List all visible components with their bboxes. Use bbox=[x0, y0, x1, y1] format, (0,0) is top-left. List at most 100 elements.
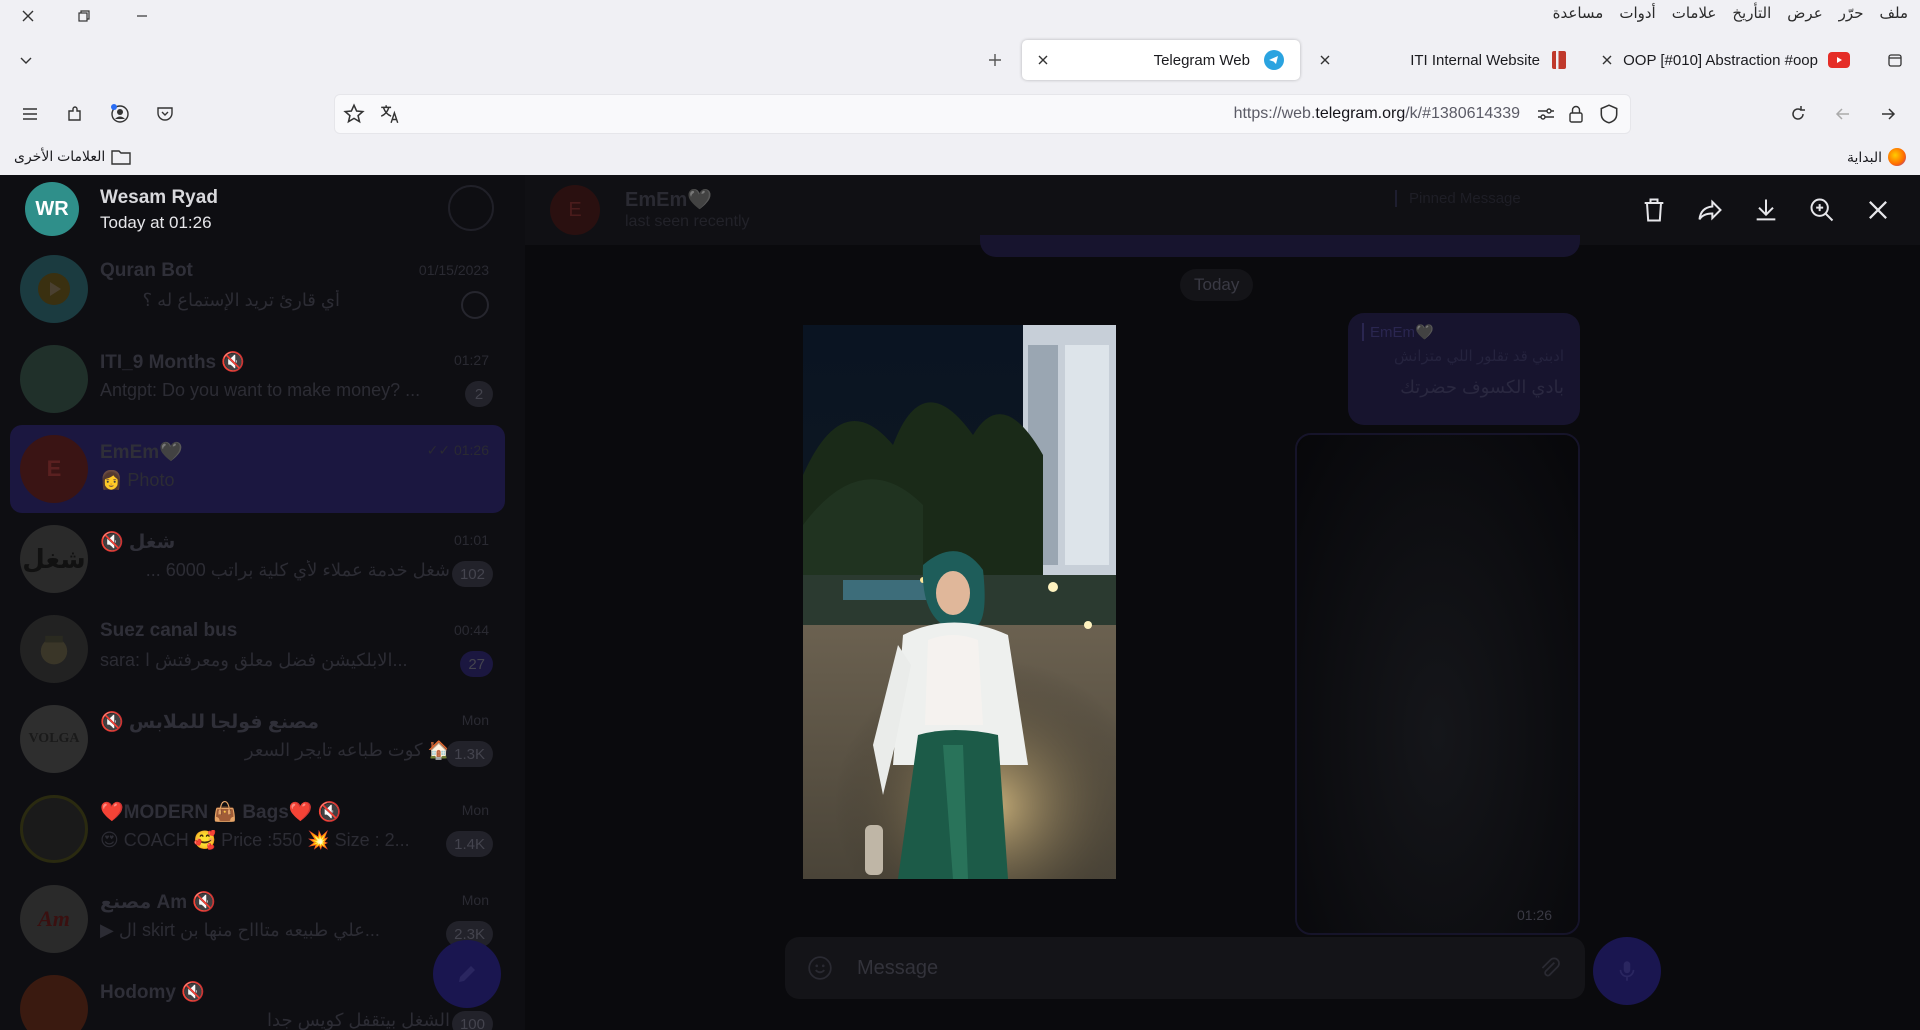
pinned-message[interactable]: Pinned Message bbox=[1395, 190, 1521, 207]
tab-close-button[interactable] bbox=[1598, 51, 1616, 69]
avatar: Am bbox=[20, 885, 88, 953]
chat-item-emem[interactable]: E EmEm🖤 👩 Photo ✓✓ 01:26 bbox=[10, 425, 505, 513]
list-all-tabs-button[interactable] bbox=[6, 44, 46, 76]
chat-name: Quran Bot bbox=[100, 260, 193, 281]
voice-record-button[interactable] bbox=[1593, 937, 1661, 1005]
account-button[interactable] bbox=[102, 96, 138, 132]
photo-thumbnail bbox=[1297, 435, 1578, 933]
message-composer[interactable]: Message bbox=[785, 937, 1585, 999]
tab-close-button[interactable] bbox=[1034, 51, 1052, 69]
menu-bar: ملف حرّر عرض التأريخ علامات أدوات مساعدة bbox=[1553, 4, 1908, 22]
chat-header-avatar[interactable]: E bbox=[550, 185, 600, 235]
chat-item-iti-9-months[interactable]: ITI_9 Months 🔇 Antgpt: Do you want to ma… bbox=[10, 335, 505, 423]
bookmark-star-button[interactable] bbox=[343, 103, 365, 130]
window-restore-button[interactable] bbox=[64, 0, 104, 32]
media-viewer-photo[interactable] bbox=[803, 325, 1116, 879]
firefox-icon bbox=[1888, 148, 1906, 166]
firefox-view-button[interactable] bbox=[1875, 44, 1915, 76]
trash-icon bbox=[1644, 198, 1664, 222]
paperclip-icon bbox=[1541, 957, 1560, 977]
chat-item-quran-bot[interactable]: Quran Bot أي قارئ تريد الإستماع له ؟ 01/… bbox=[10, 245, 505, 333]
menu-edit[interactable]: حرّر bbox=[1839, 4, 1864, 22]
zoom-button[interactable] bbox=[1800, 188, 1844, 232]
download-button[interactable] bbox=[1744, 188, 1788, 232]
telegram-icon bbox=[1264, 50, 1284, 70]
other-bookmarks-folder[interactable]: العلامات الأخرى bbox=[14, 148, 132, 165]
photo-message-bubble[interactable]: 01:26 bbox=[1295, 433, 1580, 935]
chat-item-suez-canal-bus[interactable]: Suez canal bus sara: الابلكيشن فضل معلق … bbox=[10, 605, 505, 693]
chat-name: EmEm🖤 bbox=[100, 442, 183, 463]
url-bar[interactable]: https://web.telegram.org/k/#1380614339 bbox=[334, 94, 1631, 134]
account-icon bbox=[111, 104, 129, 123]
media-viewer-author[interactable]: WR Wesam Ryad Today at 01:26 bbox=[0, 175, 500, 245]
close-icon bbox=[1320, 55, 1330, 65]
message-text: بادي الكسوف حضرتك bbox=[1400, 377, 1564, 397]
title-bar: ملف حرّر عرض التأريخ علامات أدوات مساعدة bbox=[0, 0, 1920, 34]
window-close-button[interactable] bbox=[8, 0, 48, 32]
tab-telegram-web[interactable]: Telegram Web bbox=[1022, 40, 1300, 80]
extensions-button[interactable] bbox=[57, 96, 93, 132]
close-icon bbox=[22, 10, 34, 22]
delete-button[interactable] bbox=[1632, 188, 1676, 232]
pocket-button[interactable] bbox=[147, 96, 183, 132]
chat-time: Mon bbox=[461, 892, 489, 908]
menu-tools[interactable]: أدوات bbox=[1619, 4, 1655, 22]
chat-preview: 👩 Photo bbox=[100, 470, 175, 490]
translate-button[interactable] bbox=[379, 103, 401, 130]
tab-oop-abstraction[interactable]: OOP [#010] Abstraction #oop bbox=[1590, 40, 1864, 80]
close-viewer-button[interactable] bbox=[1856, 188, 1900, 232]
chat-name: مصنع Am 🔇 bbox=[100, 892, 217, 913]
menu-view[interactable]: عرض bbox=[1787, 4, 1822, 22]
menu-help[interactable]: مساعدة bbox=[1553, 4, 1604, 22]
site-security-button[interactable] bbox=[1566, 103, 1586, 130]
emoji-button[interactable] bbox=[807, 955, 833, 986]
media-viewer-toolbar bbox=[1632, 188, 1900, 232]
menu-history[interactable]: التأريخ bbox=[1732, 4, 1771, 22]
tab-iti-internal-website[interactable]: ITI Internal Website bbox=[1310, 40, 1582, 80]
minimize-icon bbox=[137, 15, 147, 17]
smile-icon bbox=[808, 956, 832, 980]
tracking-protection-button[interactable] bbox=[1598, 103, 1620, 130]
menu-file[interactable]: ملف bbox=[1879, 4, 1908, 22]
app-menu-button[interactable] bbox=[12, 96, 48, 132]
tab-close-button[interactable] bbox=[1316, 51, 1334, 69]
new-message-button[interactable] bbox=[433, 940, 501, 1008]
microphone-icon bbox=[1619, 961, 1635, 981]
chat-preview: ▶ ال skirt علي طبيعه متاااح منها بن... bbox=[100, 920, 380, 940]
plus-icon bbox=[989, 54, 1001, 66]
back-button[interactable] bbox=[1825, 96, 1861, 132]
forward-media-button[interactable] bbox=[1688, 188, 1732, 232]
reply-text: ادبني قد تقلور اللي متزانش bbox=[1394, 348, 1564, 365]
restore-icon bbox=[78, 10, 90, 22]
media-date: Today at 01:26 bbox=[100, 213, 212, 232]
chat-item-hodomy[interactable]: Hodomy 🔇 الشغل بيتقفل كويس جدا 100 bbox=[10, 965, 505, 1030]
chat-time: 00:44 bbox=[453, 622, 489, 638]
chat-list-sidebar: Quran Bot أي قارئ تريد الإستماع له ؟ 01/… bbox=[0, 175, 525, 1030]
avatar bbox=[20, 615, 88, 683]
close-icon bbox=[1869, 201, 1887, 219]
chat-item-modern-bags[interactable]: ❤️MODERN 👜 Bags❤️ 🔇 😍 COACH 🥰 Price :550… bbox=[10, 785, 505, 873]
chat-time: ✓✓ 01:26 bbox=[426, 442, 489, 458]
firefox-view-icon bbox=[1888, 54, 1902, 67]
chat-header-status: last seen recently bbox=[625, 213, 750, 230]
chat-preview: 😍 COACH 🥰 Price :550 💥 Size : 2... bbox=[100, 830, 410, 850]
chat-item-am-factory[interactable]: Am مصنع Am 🔇 ▶ ال skirt علي طبيعه متاااح… bbox=[10, 875, 505, 963]
message-bubble[interactable]: EmEm🖤 ادبني قد تقلور اللي متزانش بادي ال… bbox=[1348, 313, 1580, 425]
new-tab-button[interactable] bbox=[975, 44, 1015, 76]
menu-bookmarks[interactable]: علامات bbox=[1672, 4, 1717, 22]
attach-button[interactable] bbox=[1537, 955, 1563, 986]
telegram-app: Quran Bot أي قارئ تريد الإستماع له ؟ 01/… bbox=[0, 175, 1920, 1030]
chat-name: مصنع فولجا للملابس 🔇 bbox=[100, 712, 320, 733]
permissions-button[interactable] bbox=[1536, 104, 1556, 129]
chat-item-volga-factory[interactable]: VOLGA مصنع فولجا للملابس 🔇 🏠 كوت طباعه ت… bbox=[10, 695, 505, 783]
chat-preview: الشغل بيتقفل كويس جدا bbox=[267, 1010, 450, 1030]
avatar: شغل bbox=[20, 525, 88, 593]
chat-preview: 🏠 كوت طباعه تايجر السعر bbox=[244, 740, 450, 760]
reload-button[interactable] bbox=[1780, 96, 1816, 132]
bookmark-home[interactable]: البداية bbox=[1847, 148, 1906, 166]
chat-item-shoghl[interactable]: شغل شغل 🔇 شغل خدمة عملاء لأي كلية براتب … bbox=[10, 515, 505, 603]
forward-button[interactable] bbox=[1870, 96, 1906, 132]
window-minimize-button[interactable] bbox=[122, 0, 162, 32]
tab-label: Telegram Web bbox=[1153, 51, 1250, 69]
hamburger-icon bbox=[23, 108, 37, 120]
